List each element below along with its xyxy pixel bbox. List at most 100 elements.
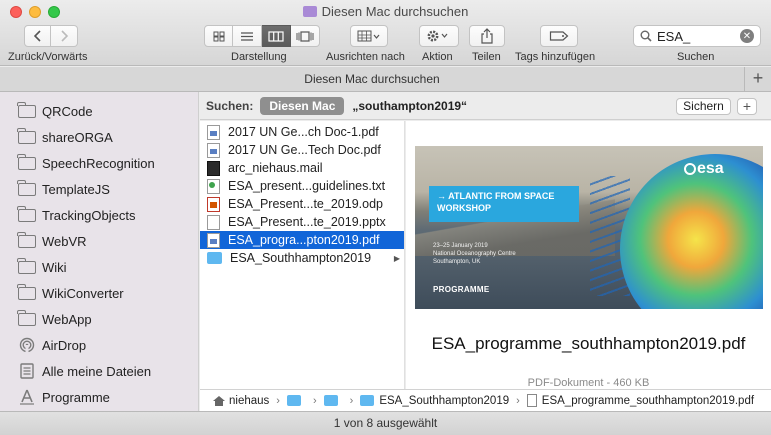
- sidebar-item-all-files[interactable]: Alle meine Dateien: [0, 358, 198, 384]
- path-file[interactable]: ESA_programme_southhampton2019.pdf: [526, 394, 754, 407]
- path-folder-esa[interactable]: ESA_Southhampton2019: [360, 395, 509, 407]
- list-icon: [241, 31, 253, 41]
- tags-button[interactable]: [540, 25, 578, 47]
- scope-search-term[interactable]: „southampton2019“: [352, 99, 467, 113]
- add-criteria-button[interactable]: +: [737, 98, 757, 115]
- sidebar-item-label: WikiConverter: [42, 285, 124, 301]
- gallery-view-button[interactable]: [291, 25, 320, 47]
- sidebar-item-templatejs[interactable]: TemplateJS: [0, 176, 198, 202]
- sidebar-item-label: TemplateJS: [42, 181, 110, 197]
- arrange-grid-icon: [357, 30, 380, 42]
- sidebar-item-speechrecognition[interactable]: SpeechRecognition: [0, 150, 198, 176]
- forward-button[interactable]: [51, 25, 78, 47]
- new-tab-button[interactable]: +: [745, 67, 771, 91]
- sidebar-item-label: TrackingObjects: [42, 207, 136, 223]
- file-name: ESA_Present...te_2019.pptx: [228, 215, 386, 229]
- folder-icon: [360, 395, 375, 406]
- sidebar-item-label: WebApp: [42, 311, 92, 327]
- file-row[interactable]: ESA_Present...te_2019.odp: [200, 195, 404, 213]
- gear-icon: [427, 30, 448, 42]
- thumbnail-banner-text: → ATLANTIC FROM SPACE WORKSHOP: [437, 191, 555, 213]
- odp-icon: [207, 196, 220, 212]
- column-view-button[interactable]: [262, 25, 291, 47]
- sidebar-item-label: QRCode: [42, 103, 93, 119]
- applications-icon: [19, 389, 34, 405]
- sidebar-item-trackingobjects[interactable]: TrackingObjects: [0, 202, 198, 228]
- folder-icon: [17, 205, 36, 222]
- path-home[interactable]: niehaus: [213, 395, 269, 407]
- file-row[interactable]: ESA_present...guidelines.txt: [200, 177, 404, 195]
- preview-pane: → ATLANTIC FROM SPACE WORKSHOP 23–25 Jan…: [406, 121, 771, 389]
- sidebar-item-applications[interactable]: Programme: [0, 384, 198, 410]
- action-button[interactable]: [419, 25, 459, 47]
- grid-icon: [213, 31, 224, 41]
- globe-image: [620, 154, 763, 309]
- view-mode-group: [204, 25, 320, 47]
- file-row-selected[interactable]: ESA_progra...pton2019.pdf: [200, 231, 404, 249]
- folder-row[interactable]: ESA_Southhampton2019 ▶: [200, 249, 404, 267]
- path-folder-label: ESA_Southhampton2019: [379, 394, 510, 407]
- file-name: ESA_progra...pton2019.pdf: [228, 233, 380, 247]
- path-folder-2[interactable]: [323, 395, 343, 406]
- file-name: 2017 UN Ge...ch Doc-1.pdf: [228, 125, 379, 139]
- sidebar-item-qrcode[interactable]: QRCode: [0, 98, 198, 124]
- preview-kind: PDF-Dokument - 460 KB: [527, 377, 650, 389]
- share-label: Teilen: [472, 51, 501, 63]
- all-files-icon: [19, 363, 34, 379]
- search-field[interactable]: ESA_ ✕: [633, 25, 761, 47]
- smart-folder-icon: [302, 6, 317, 17]
- path-home-label: niehaus: [229, 394, 270, 407]
- scope-label: Suchen:: [206, 98, 254, 113]
- sidebar-item-label: Wiki: [42, 259, 67, 275]
- file-row[interactable]: 2017 UN Ge...Tech Doc.pdf: [200, 141, 404, 159]
- disclosure-arrow-icon: ▶: [393, 253, 400, 263]
- back-button[interactable]: [24, 25, 51, 47]
- scope-this-mac-button[interactable]: Diesen Mac: [260, 96, 345, 115]
- sidebar: QRCode shareORGA SpeechRecognition Templ…: [0, 92, 199, 411]
- sidebar-item-airdrop[interactable]: AirDrop: [0, 332, 198, 358]
- terminal-icon: [207, 160, 220, 176]
- chevron-right-icon: [61, 30, 68, 42]
- folder-icon: [17, 231, 36, 248]
- folder-icon: [17, 153, 36, 170]
- clear-search-icon[interactable]: ✕: [740, 29, 754, 43]
- path-separator-icon: ›: [349, 394, 354, 407]
- sidebar-item-wiki[interactable]: Wiki: [0, 254, 198, 280]
- tab-search-this-mac[interactable]: Diesen Mac durchsuchen: [0, 67, 745, 91]
- sidebar-item-webapp[interactable]: WebApp: [0, 306, 198, 332]
- sidebar-item-label: Programme: [42, 389, 110, 405]
- arrange-button[interactable]: [350, 25, 388, 47]
- file-row[interactable]: arc_niehaus.mail: [200, 159, 404, 177]
- path-bar: niehaus › › › ESA_Southhampton2019 › ESA…: [200, 389, 771, 411]
- folder-icon: [17, 283, 36, 300]
- share-button[interactable]: [469, 25, 505, 47]
- file-row[interactable]: 2017 UN Ge...ch Doc-1.pdf: [200, 123, 404, 141]
- tag-icon: [549, 31, 569, 41]
- file-name: arc_niehaus.mail: [228, 161, 323, 175]
- sidebar-item-shareorga[interactable]: shareORGA: [0, 124, 198, 150]
- pdf-thumbnail[interactable]: → ATLANTIC FROM SPACE WORKSHOP 23–25 Jan…: [415, 146, 763, 309]
- window-title: Diesen Mac durchsuchen: [0, 4, 771, 19]
- window-title-text: Diesen Mac durchsuchen: [321, 4, 469, 19]
- search-label: Suchen: [677, 51, 715, 63]
- pdf-icon: [207, 142, 220, 158]
- thumbnail-details: 23–25 January 2019 National Oceanography…: [433, 243, 516, 265]
- save-search-button[interactable]: Sichern: [676, 98, 731, 115]
- sidebar-item-webvr[interactable]: WebVR: [0, 228, 198, 254]
- columns-icon: [268, 30, 284, 42]
- list-view-button[interactable]: [233, 25, 262, 47]
- file-row[interactable]: ESA_Present...te_2019.pptx: [200, 213, 404, 231]
- sidebar-item-wikiconverter[interactable]: WikiConverter: [0, 280, 198, 306]
- path-separator-icon: ›: [312, 394, 317, 407]
- document-icon: [207, 214, 220, 230]
- esa-logo-text: esa: [697, 160, 724, 177]
- path-folder-1[interactable]: [286, 395, 306, 406]
- sidebar-item-label: AirDrop: [42, 337, 87, 353]
- icon-view-button[interactable]: [204, 25, 233, 47]
- search-input[interactable]: ESA_: [657, 29, 740, 44]
- tags-label: Tags hinzufügen: [515, 51, 596, 63]
- action-label: Aktion: [422, 51, 453, 63]
- file-name: ESA_Present...te_2019.odp: [228, 197, 383, 211]
- cover-flow-icon: [296, 30, 314, 42]
- folder-icon: [17, 257, 36, 274]
